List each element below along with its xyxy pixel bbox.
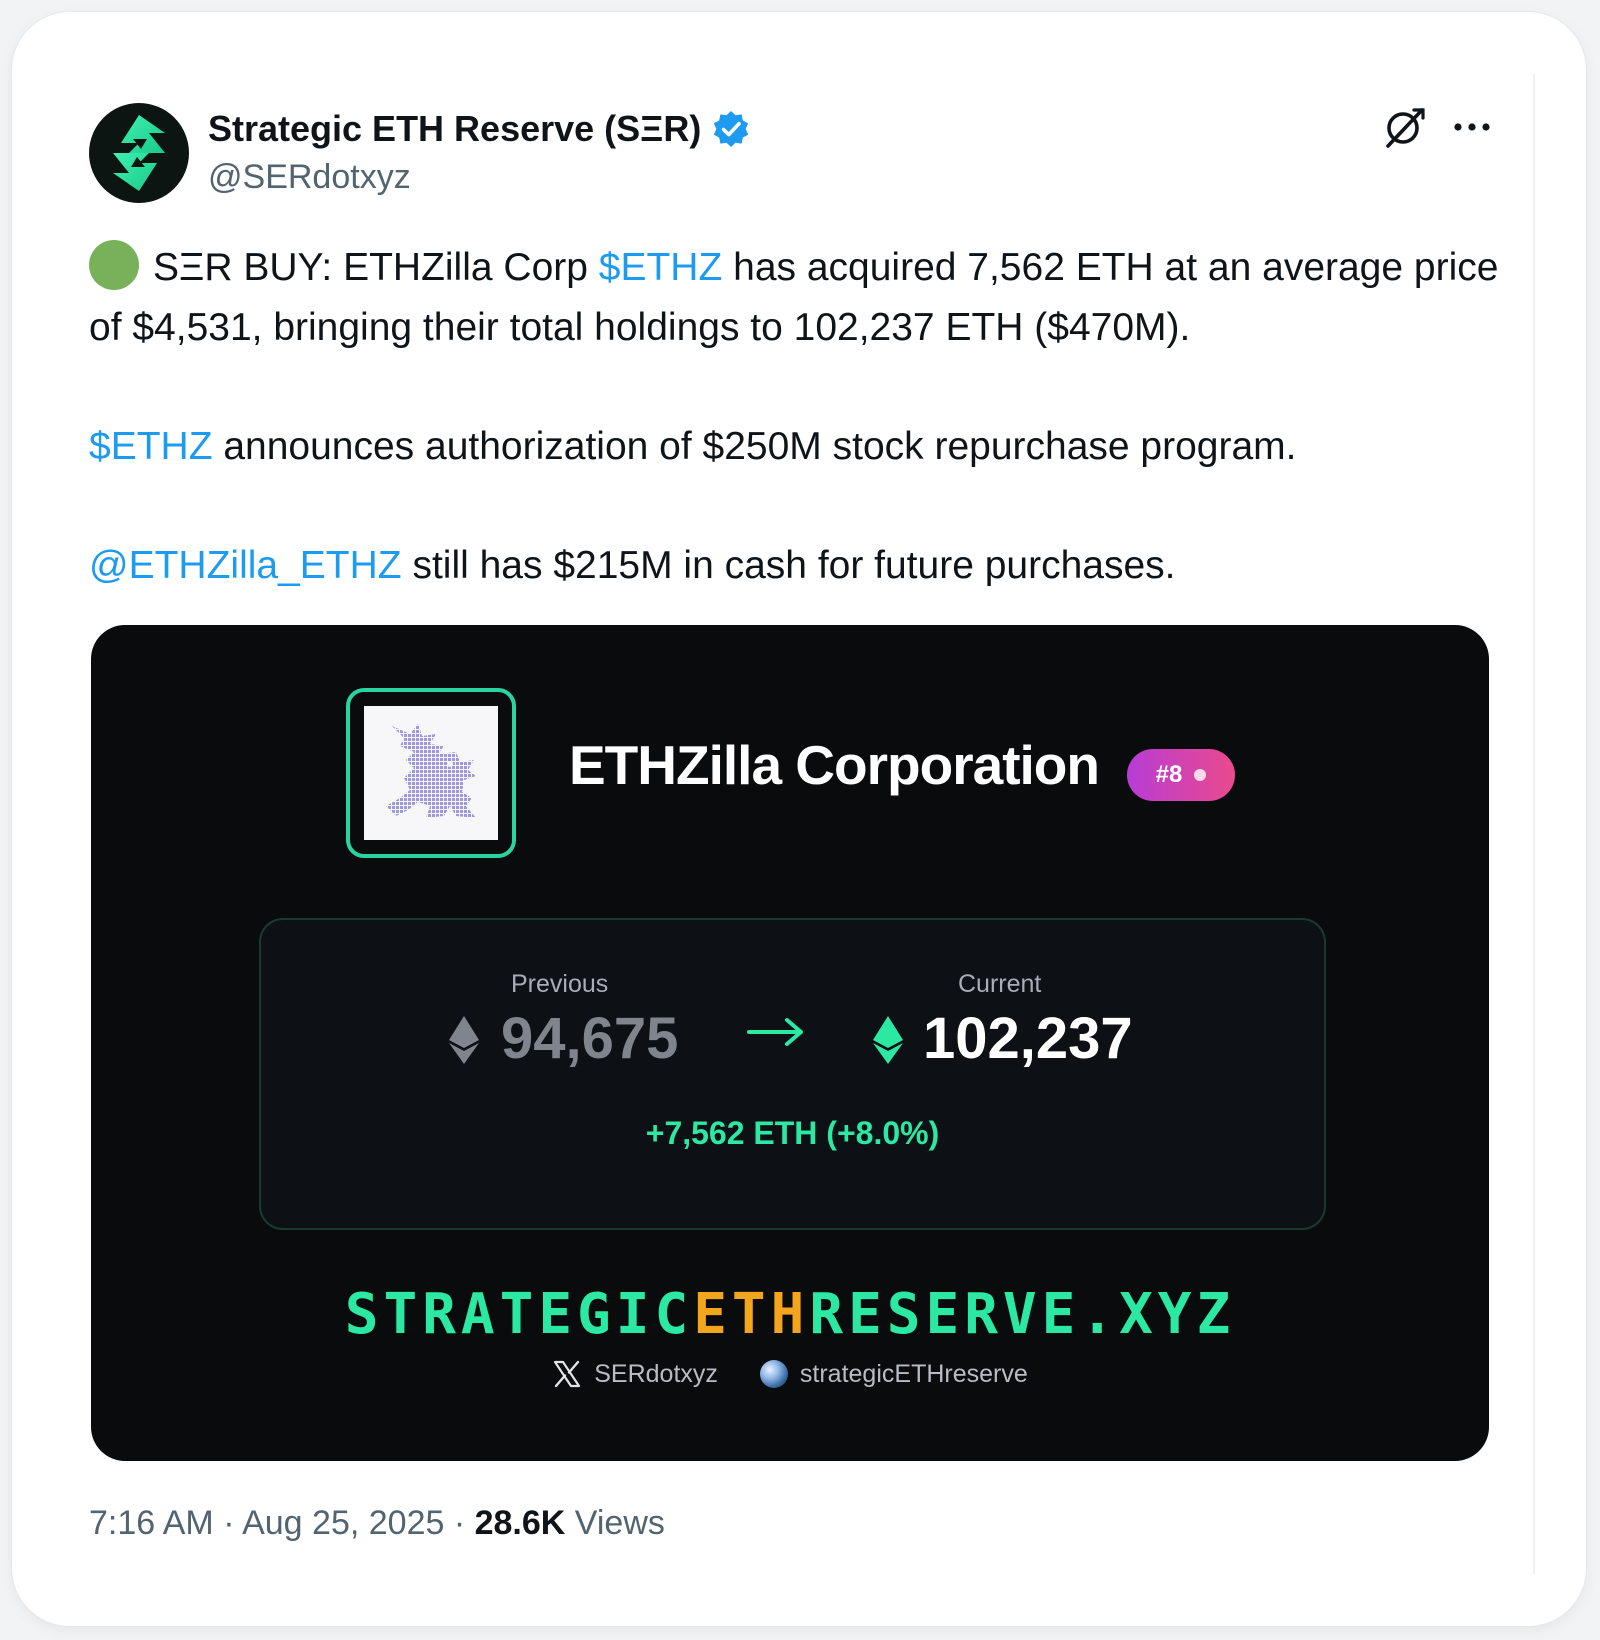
cashtag-link[interactable]: $ETHZ: [599, 246, 723, 289]
author-handle[interactable]: @SERdotxyz: [208, 158, 411, 197]
holdings-comparison: Previous Current 94,675 102,237 +7,562 E…: [259, 918, 1326, 1230]
company-logo: [346, 688, 516, 858]
rank-badge: #8: [1127, 749, 1235, 801]
rank-dot: [1194, 769, 1207, 781]
views-count: 28.6K: [474, 1504, 566, 1542]
current-label: Current: [958, 970, 1042, 998]
author-name[interactable]: Strategic ETH Reserve (SΞR): [208, 108, 701, 150]
social-x: SERdotxyz: [552, 1359, 718, 1389]
previous-value: 94,675: [501, 1006, 679, 1071]
meta-separator: ·: [444, 1504, 475, 1542]
tweet-paragraph-1: SΞR BUY: ETHZilla Corp $ETHZ has acquire…: [89, 238, 1509, 358]
tweet-time[interactable]: 7:16 AM: [89, 1504, 214, 1542]
holdings-change: +7,562 ETH (+8.0%): [645, 1115, 940, 1151]
company-name: ETHZilla Corporation: [569, 734, 1100, 796]
website-url: STRATEGICETHRESERVE.XYZ: [91, 1282, 1489, 1347]
cashtag-link[interactable]: $ETHZ: [89, 425, 213, 468]
tweet-paragraph-3: @ETHZilla_ETHZ still has $215M in cash f…: [89, 536, 1509, 596]
arrow-right-icon: [747, 1018, 803, 1046]
rank-text: #8: [1155, 761, 1183, 788]
site-part: RESERVE.XYZ: [809, 1282, 1236, 1347]
tweet-text-segment: still has $215M in cash for future purch…: [401, 544, 1176, 587]
globe-icon: [759, 1360, 788, 1388]
mention-link[interactable]: @ETHZilla_ETHZ: [89, 544, 402, 587]
grok-icon[interactable]: [1382, 104, 1428, 150]
ethzilla-logo-icon: [386, 724, 476, 818]
social-web: strategicETHreserve: [759, 1359, 1028, 1389]
site-part: STRATEGIC: [344, 1282, 694, 1347]
tweet-paragraph-2: $ETHZ announces authorization of $250M s…: [89, 417, 1509, 477]
more-options-icon[interactable]: [1450, 110, 1494, 144]
ser-logo-icon: [113, 115, 165, 191]
site-part-highlight: ETH: [693, 1282, 810, 1347]
social-x-handle: SERdotxyz: [594, 1359, 718, 1388]
tweet-meta: 7:16 AM · Aug 25, 2025 · 28.6K Views: [89, 1504, 665, 1543]
avatar[interactable]: [89, 103, 189, 203]
divider: [1533, 74, 1535, 1574]
x-logo-icon: [554, 1360, 581, 1388]
eth-icon: [449, 1016, 479, 1064]
author-row: Strategic ETH Reserve (SΞR): [208, 106, 751, 152]
social-web-handle: strategicETHreserve: [799, 1359, 1028, 1388]
tweet-date[interactable]: Aug 25, 2025: [242, 1504, 444, 1542]
verified-badge-icon: [714, 111, 749, 147]
tweet-text: SΞR BUY: ETHZilla Corp $ETHZ has acquire…: [89, 238, 1509, 596]
previous-label: Previous: [511, 970, 609, 998]
media-image[interactable]: ETHZilla Corporation #8 Previous Current…: [91, 625, 1489, 1461]
tweet-text-segment: announces authorization of $250M stock r…: [212, 425, 1297, 468]
meta-separator: ·: [213, 1504, 243, 1542]
social-links: SERdotxyz strategicETHreserve: [91, 1359, 1489, 1389]
green-circle-emoji-icon: [89, 240, 139, 290]
views-label: Views: [565, 1504, 665, 1542]
tweet-text-segment: SΞR BUY: ETHZilla Corp: [153, 246, 599, 289]
tweet-card: Strategic ETH Reserve (SΞR) @SERdotxyz S…: [12, 12, 1586, 1626]
current-value: 102,237: [923, 1006, 1133, 1071]
eth-icon: [873, 1016, 903, 1064]
